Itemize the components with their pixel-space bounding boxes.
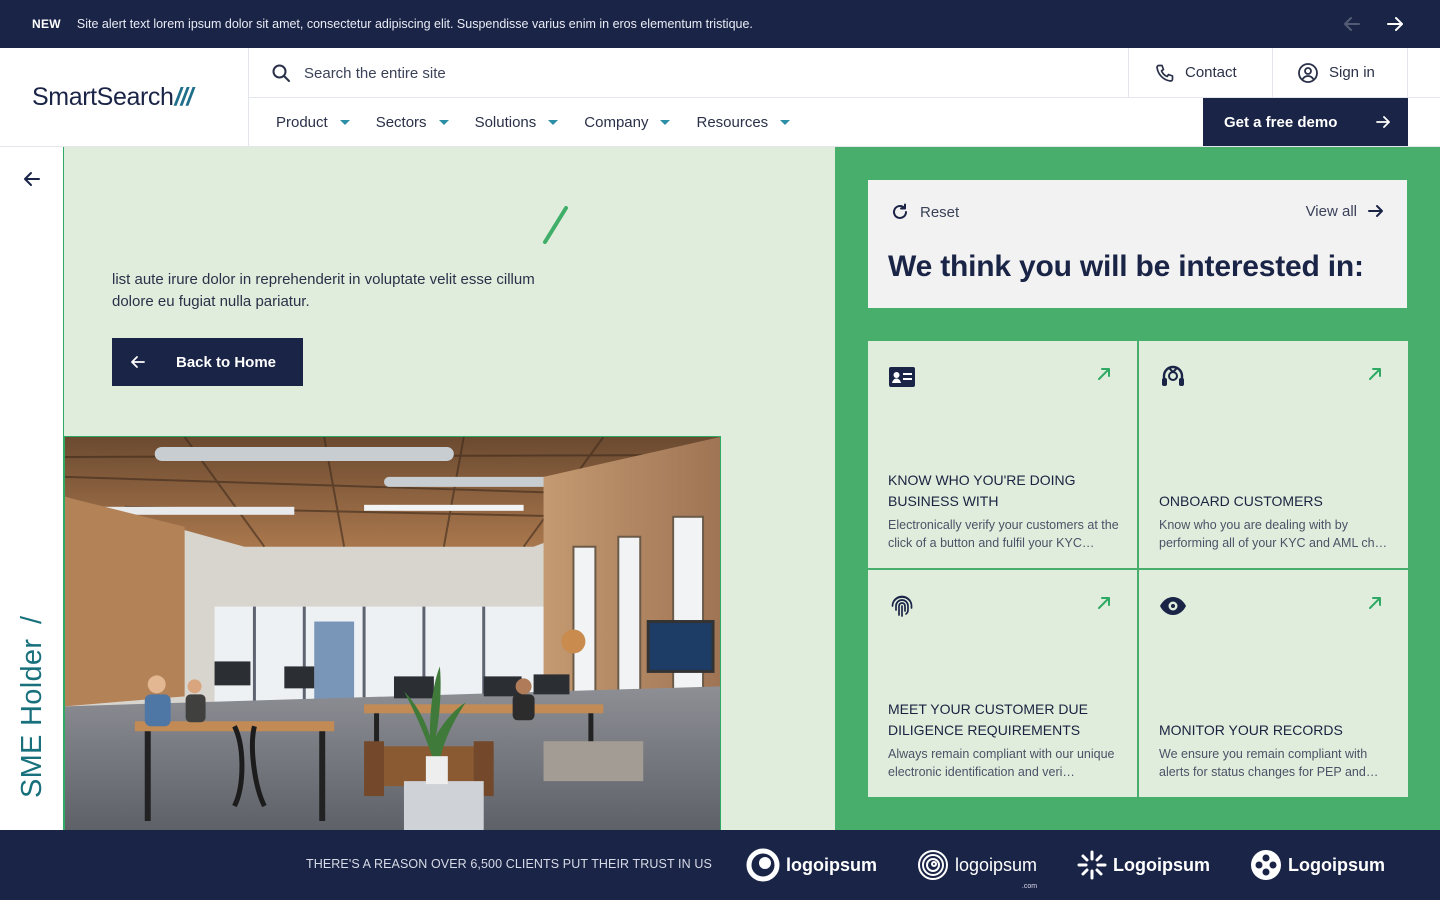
- feature-card[interactable]: KNOW WHO YOU'RE DOING BUSINESS WITH Elec…: [868, 341, 1137, 568]
- title-slash: /: [15, 615, 48, 625]
- chevron-down-icon: [438, 120, 449, 125]
- client-logo-label: logoipsum: [955, 854, 1038, 875]
- card-description: Electronically verify your customers at …: [888, 518, 1119, 550]
- hero-section: list aute irure dolor in reprehenderit i…: [64, 147, 835, 830]
- chevron-down-icon: [548, 120, 559, 125]
- page-title-vertical: SME Holder /: [0, 616, 64, 798]
- feature-card[interactable]: MEET YOUR CUSTOMER DUE DILIGENCE REQUIRE…: [868, 570, 1137, 797]
- contact-link[interactable]: Contact: [1128, 48, 1272, 97]
- contact-label: Contact: [1185, 64, 1237, 81]
- card-description: We ensure you remain compliant with aler…: [1159, 747, 1379, 779]
- nav-label: Product: [276, 114, 328, 131]
- recommendations-section: Reset View all We think you will be inte…: [835, 147, 1440, 830]
- search-input[interactable]: [304, 58, 1004, 88]
- nav-item-solutions[interactable]: Solutions: [475, 114, 559, 131]
- main-nav: Product Sectors Solutions Company Resour…: [249, 98, 1199, 147]
- arrow-right-icon: [1368, 205, 1383, 217]
- nav-label: Resources: [696, 114, 769, 131]
- arrow-right-icon: [1376, 116, 1390, 128]
- client-logo: Logoipsum: [1250, 849, 1385, 881]
- arrow-up-right-icon: [1369, 368, 1381, 380]
- client-logo-label: logoipsum: [786, 854, 877, 875]
- reset-label: Reset: [920, 203, 960, 221]
- demo-label: Get a free demo: [1224, 113, 1338, 131]
- client-logo: logoipsum: [746, 848, 877, 882]
- fingerprint-icon: [891, 595, 913, 617]
- client-logo-label: Logoipsum: [1288, 854, 1386, 875]
- chevron-down-icon: [339, 120, 350, 125]
- client-logo-suffix: .com: [1021, 883, 1038, 890]
- page-title: SME Holder: [15, 638, 48, 798]
- alert-text: Site alert text lorem ipsum dolor sit am…: [76, 17, 753, 31]
- client-logo: logoipsum .com: [917, 849, 1038, 890]
- client-logos-strip: THERE'S A REASON OVER 6,500 CLIENTS PUT …: [0, 830, 1440, 900]
- site-header: SmartSearch/// Contact Sign in Product S…: [0, 48, 1440, 147]
- spiral-logo-icon: [918, 850, 948, 880]
- card-title: MONITOR YOUR RECORDS: [1159, 722, 1343, 738]
- refresh-icon: [893, 203, 907, 219]
- card-title: ONBOARD CUSTOMERS: [1159, 493, 1323, 509]
- sign-in-label: Sign in: [1329, 64, 1375, 81]
- arrow-left-icon[interactable]: [1342, 14, 1362, 34]
- alert-new-badge: NEW: [32, 17, 61, 31]
- eye-icon: [1160, 597, 1186, 615]
- back-arrow-icon[interactable]: [22, 169, 42, 189]
- site-alert-bar: NEW Site alert text lorem ipsum dolor si…: [0, 0, 1440, 48]
- headset-icon: [1162, 365, 1184, 386]
- slash-decoration-icon: [543, 206, 568, 244]
- nav-item-product[interactable]: Product: [276, 114, 350, 131]
- smartsearch-logo[interactable]: SmartSearch///: [32, 83, 194, 112]
- id-card-icon: [889, 367, 915, 387]
- user-circle-icon: [1298, 62, 1318, 83]
- feature-cards: KNOW WHO YOU'RE DOING BUSINESS WITH Elec…: [868, 341, 1408, 797]
- phone-icon: [1156, 64, 1174, 82]
- card-title: KNOW WHO YOU'RE DOING BUSINESS WITH: [888, 472, 1076, 509]
- side-rail: SME Holder /: [0, 147, 64, 830]
- sign-in-link[interactable]: Sign in: [1272, 48, 1408, 97]
- client-logo: Logoipsum: [1077, 850, 1210, 880]
- chevron-down-icon: [660, 120, 671, 125]
- view-all-label: View all: [1305, 202, 1357, 220]
- logo-cell[interactable]: SmartSearch///: [0, 48, 249, 147]
- back-to-home-button[interactable]: Back to Home: [112, 338, 303, 386]
- hero-lead-text: list aute irure dolor in reprehenderit i…: [112, 271, 535, 310]
- nav-label: Sectors: [375, 114, 427, 131]
- nav-label: Solutions: [474, 114, 537, 131]
- feature-card[interactable]: ONBOARD CUSTOMERS Know who you are deali…: [1139, 341, 1408, 568]
- ring-logo-icon: [746, 848, 780, 882]
- card-title: MEET YOUR CUSTOMER DUE DILIGENCE REQUIRE…: [888, 701, 1088, 738]
- search-icon[interactable]: [271, 63, 291, 83]
- arrow-up-right-icon: [1098, 368, 1110, 380]
- nav-item-company[interactable]: Company: [584, 114, 671, 131]
- arrow-left-icon: [131, 356, 145, 368]
- feature-card[interactable]: MONITOR YOUR RECORDS We ensure you remai…: [1139, 570, 1408, 797]
- search-row: Contact Sign in: [249, 48, 1440, 98]
- arrow-right-icon[interactable]: [1385, 14, 1405, 34]
- reset-button[interactable]: Reset: [890, 202, 959, 222]
- arrow-up-right-icon: [1369, 597, 1381, 609]
- client-logos: logoipsum logoipsum .com Logoipsum Logoi…: [720, 830, 1440, 900]
- office-photo: [64, 436, 721, 830]
- card-description: Know who you are dealing with by perform…: [1159, 518, 1388, 550]
- burst-logo-icon: [1077, 850, 1107, 880]
- nav-label: Company: [584, 114, 649, 131]
- chevron-down-icon: [780, 120, 791, 125]
- back-home-label: Back to Home: [176, 353, 277, 371]
- card-description: Always remain compliant with our unique …: [888, 747, 1115, 779]
- arrow-up-right-icon: [1098, 597, 1110, 609]
- interest-panel: Reset View all We think you will be inte…: [868, 180, 1407, 308]
- logo-wordmark: SmartSearch: [32, 83, 174, 111]
- view-all-link[interactable]: View all: [1306, 202, 1385, 220]
- get-demo-button[interactable]: Get a free demo: [1203, 98, 1408, 146]
- nav-item-resources[interactable]: Resources: [696, 114, 791, 131]
- flower-logo-icon: [1251, 850, 1282, 880]
- client-logo-label: Logoipsum: [1113, 854, 1211, 875]
- interest-heading: We think you will be interested in:: [888, 250, 1364, 283]
- nav-item-sectors[interactable]: Sectors: [376, 114, 449, 131]
- logo-slashes: ///: [174, 83, 194, 111]
- trust-statement: THERE'S A REASON OVER 6,500 CLIENTS PUT …: [306, 857, 712, 871]
